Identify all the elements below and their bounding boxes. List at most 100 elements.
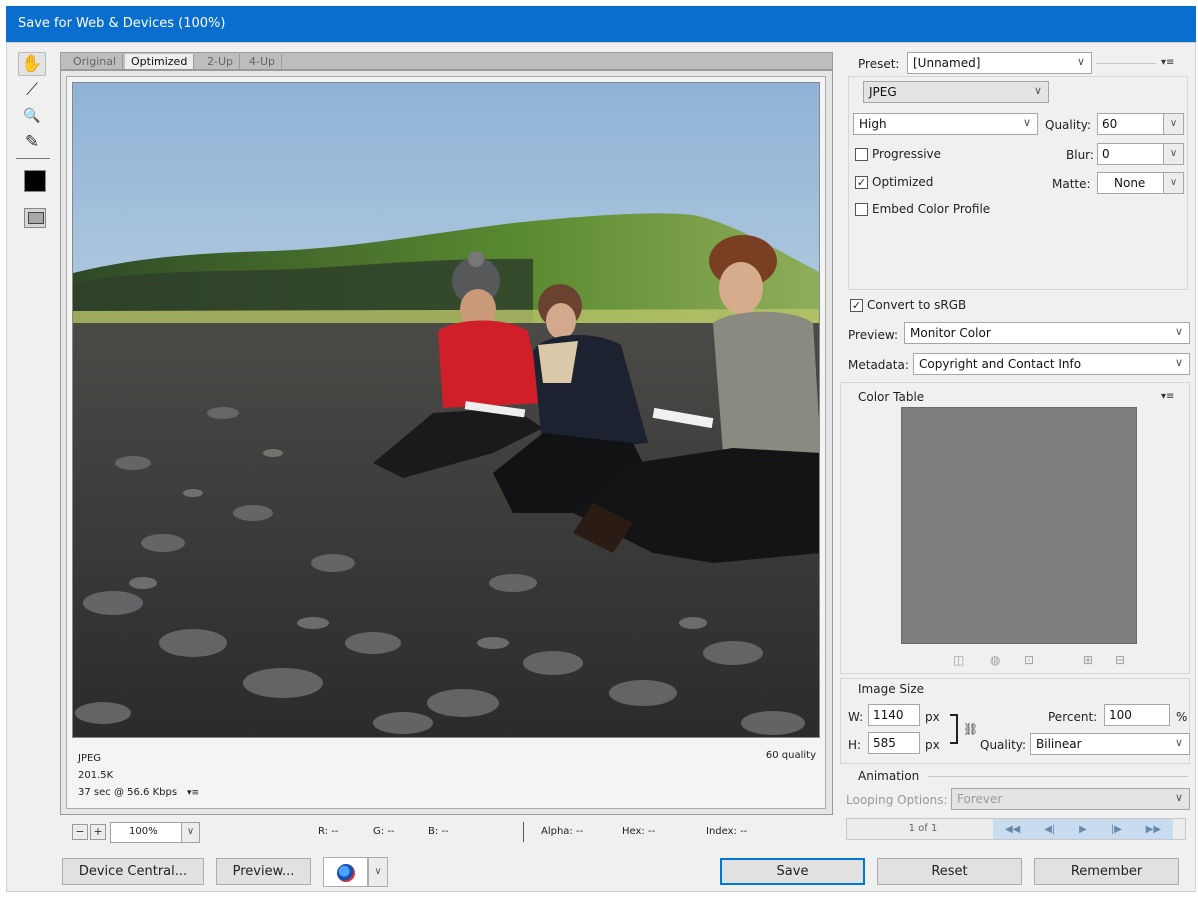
remember-button[interactable]: Remember bbox=[1034, 858, 1179, 885]
previous-frame-icon[interactable]: ◀| bbox=[1044, 824, 1055, 835]
preview-mode-label: Preview: bbox=[848, 328, 899, 342]
slice-select-tool-icon[interactable]: ⟋ bbox=[18, 78, 46, 102]
color-table-swatches[interactable] bbox=[901, 407, 1137, 644]
quality-level-select[interactable]: High ∨ bbox=[853, 113, 1038, 135]
next-frame-icon[interactable]: |▶ bbox=[1111, 824, 1122, 835]
preview-mode-select[interactable]: Monitor Color ∨ bbox=[904, 322, 1190, 344]
chevron-down-icon[interactable]: ∨ bbox=[1163, 114, 1183, 134]
convert-srgb-checkbox[interactable]: ✓ Convert to sRGB bbox=[850, 298, 966, 312]
eyedropper-color-swatch[interactable] bbox=[24, 170, 46, 192]
percent-unit: % bbox=[1176, 710, 1188, 724]
chevron-down-icon[interactable]: ∨ bbox=[1163, 173, 1183, 193]
preview-file-size: 201.5K bbox=[78, 770, 114, 781]
quality-label: Quality: bbox=[1045, 118, 1092, 132]
zoom-out-button[interactable]: − bbox=[72, 824, 88, 840]
percent-input[interactable]: 100 bbox=[1104, 704, 1170, 726]
format-select[interactable]: JPEG ∨ bbox=[863, 81, 1049, 103]
optimized-checkbox[interactable]: ✓ Optimized bbox=[855, 175, 933, 189]
map-color-icon[interactable]: ◫ bbox=[953, 653, 964, 667]
tab-2-up[interactable]: 2-Up bbox=[201, 54, 241, 69]
save-button[interactable]: Save bbox=[720, 858, 865, 885]
color-table-menu-icon[interactable]: ▾≡ bbox=[1161, 391, 1174, 402]
readout-alpha: Alpha: -- bbox=[541, 826, 584, 837]
browser-list-chevron-icon[interactable]: ∨ bbox=[368, 857, 388, 887]
readout-r: R: -- bbox=[318, 826, 339, 837]
chevron-down-icon: ∨ bbox=[1174, 791, 1183, 804]
zoom-level-value: 100% bbox=[129, 826, 158, 837]
last-frame-icon[interactable]: ▶▶ bbox=[1146, 824, 1161, 835]
quality-level-value: High bbox=[859, 117, 887, 131]
width-input[interactable]: 1140 bbox=[868, 704, 920, 726]
optimized-image-preview[interactable] bbox=[72, 82, 820, 738]
zoom-tool-icon[interactable]: 🔍 bbox=[18, 104, 46, 128]
chevron-down-icon[interactable]: ∨ bbox=[1163, 144, 1183, 164]
readout-index: Index: -- bbox=[706, 826, 748, 837]
matte-select[interactable]: None ∨ bbox=[1097, 172, 1184, 194]
tab-4-up[interactable]: 4-Up bbox=[243, 54, 283, 69]
tool-palette: ✋ ⟋ 🔍 ✎ bbox=[12, 48, 54, 238]
color-table-title: Color Table bbox=[858, 390, 925, 404]
resample-quality-select[interactable]: Bilinear ∨ bbox=[1030, 733, 1190, 755]
looping-options-select[interactable]: Forever ∨ bbox=[951, 788, 1190, 810]
preview-in-browser-button[interactable] bbox=[323, 857, 368, 887]
preview-button[interactable]: Preview... bbox=[216, 858, 311, 885]
trash-icon[interactable]: ⊟ bbox=[1115, 653, 1125, 667]
preview-quality: 60 quality bbox=[765, 750, 816, 761]
view-tabs: Original Optimized 2-Up 4-Up bbox=[60, 52, 833, 70]
width-label: W: bbox=[848, 710, 864, 724]
height-input[interactable]: 585 bbox=[868, 732, 920, 754]
chevron-down-icon: ∨ bbox=[1174, 356, 1183, 369]
zoom-level-select[interactable]: 100% ∨ bbox=[110, 822, 200, 843]
frame-count: 1 of 1 bbox=[908, 823, 938, 834]
checkbox-box[interactable] bbox=[855, 202, 868, 216]
progressive-checkbox[interactable]: Progressive bbox=[855, 147, 941, 161]
tool-separator bbox=[16, 158, 50, 159]
play-icon[interactable]: ▶ bbox=[1079, 824, 1087, 835]
checkmark-icon[interactable]: ✓ bbox=[855, 175, 868, 189]
new-color-icon[interactable]: ⊞ bbox=[1083, 653, 1093, 667]
download-rate-menu-icon[interactable]: ▾≡ bbox=[187, 785, 199, 802]
browser-globe-icon bbox=[337, 864, 355, 882]
height-unit: px bbox=[925, 738, 940, 752]
blur-label: Blur: bbox=[1066, 148, 1094, 162]
blur-input[interactable]: 0 ∨ bbox=[1097, 143, 1184, 165]
preview-download-time: 37 sec @ 56.6 Kbps ▾≡ bbox=[78, 784, 199, 802]
animation-separator bbox=[928, 776, 1188, 777]
readout-divider bbox=[523, 822, 524, 842]
chevron-down-icon: ∨ bbox=[1022, 116, 1031, 129]
resample-quality-value: Bilinear bbox=[1036, 737, 1082, 751]
tab-optimized[interactable]: Optimized bbox=[125, 54, 195, 69]
looping-options-value: Forever bbox=[957, 792, 1003, 806]
readout-hex: Hex: -- bbox=[622, 826, 656, 837]
lock-color-icon[interactable]: ⊡ bbox=[1024, 653, 1034, 667]
height-label: H: bbox=[848, 738, 862, 752]
quality-input[interactable]: 60 ∨ bbox=[1097, 113, 1184, 135]
chevron-down-icon: ∨ bbox=[1033, 84, 1042, 97]
width-unit: px bbox=[925, 710, 940, 724]
tab-original[interactable]: Original bbox=[67, 54, 124, 69]
device-central-button[interactable]: Device Central... bbox=[62, 858, 204, 885]
eyedropper-tool-icon[interactable]: ✎ bbox=[18, 130, 46, 154]
hand-tool-icon[interactable]: ✋ bbox=[18, 52, 46, 76]
reset-button[interactable]: Reset bbox=[877, 858, 1022, 885]
embed-color-profile-checkbox[interactable]: Embed Color Profile bbox=[855, 202, 990, 216]
optimize-menu-icon[interactable]: ▾≡ bbox=[1161, 57, 1174, 68]
percent-label: Percent: bbox=[1048, 710, 1098, 724]
readout-b: B: -- bbox=[428, 826, 449, 837]
metadata-select[interactable]: Copyright and Contact Info ∨ bbox=[913, 353, 1190, 375]
checkmark-icon[interactable]: ✓ bbox=[850, 298, 863, 312]
readout-g: G: -- bbox=[373, 826, 395, 837]
animation-title: Animation bbox=[858, 769, 920, 783]
chain-link-icon[interactable]: ⛓ bbox=[963, 722, 978, 736]
constrain-bracket bbox=[950, 714, 958, 744]
window-title: Save for Web & Devices (100%) bbox=[18, 16, 226, 31]
chevron-down-icon: ∨ bbox=[1076, 55, 1085, 68]
preset-select[interactable]: [Unnamed] ∨ bbox=[907, 52, 1092, 74]
zoom-in-button[interactable]: + bbox=[90, 824, 106, 840]
title-bar: Save for Web & Devices (100%) bbox=[6, 6, 1196, 42]
metadata-value: Copyright and Contact Info bbox=[919, 357, 1082, 371]
checkbox-box[interactable] bbox=[855, 147, 868, 161]
web-shift-icon[interactable]: ◍ bbox=[990, 653, 1000, 667]
toggle-slices-visibility-icon[interactable] bbox=[24, 208, 46, 228]
first-frame-icon[interactable]: ◀◀ bbox=[1005, 824, 1020, 835]
